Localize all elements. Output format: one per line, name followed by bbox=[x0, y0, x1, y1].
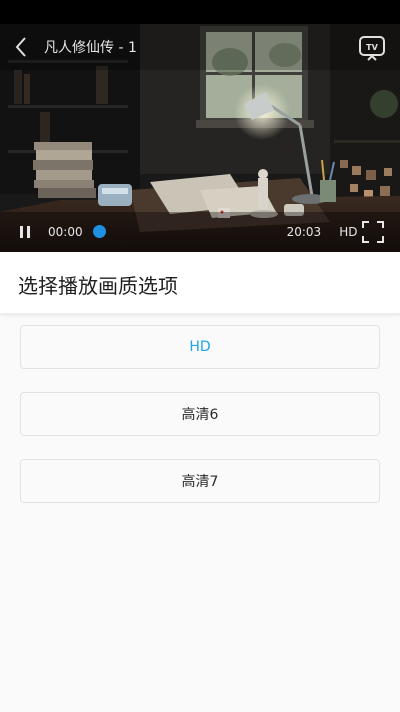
pause-icon bbox=[20, 226, 30, 238]
back-button[interactable] bbox=[0, 24, 42, 70]
status-bar bbox=[0, 0, 400, 24]
quality-option-hd7[interactable]: 高清7 bbox=[20, 459, 380, 503]
panel-title: 选择播放画质选项 bbox=[18, 274, 178, 298]
total-time: 20:03 bbox=[286, 225, 322, 239]
quality-panel-header: 选择播放画质选项 bbox=[0, 252, 400, 314]
video-title: 凡人修仙传 - 1 bbox=[44, 40, 137, 56]
tv-cast-icon: TV bbox=[359, 36, 385, 61]
quality-button[interactable]: HD bbox=[339, 225, 357, 239]
seek-line bbox=[99, 231, 263, 233]
video-player[interactable]: 凡人修仙传 - 1 TV 00:00 20:03 HD bbox=[0, 0, 400, 252]
pause-button[interactable] bbox=[6, 214, 44, 250]
quality-options-list: HD 高清6 高清7 bbox=[20, 325, 380, 526]
option-label: 高清7 bbox=[181, 474, 219, 490]
seek-thumb[interactable] bbox=[92, 225, 106, 238]
fullscreen-icon bbox=[362, 221, 384, 243]
tv-cast-button[interactable]: TV bbox=[358, 34, 386, 62]
quality-option-hd[interactable]: HD bbox=[20, 325, 380, 369]
seek-bar[interactable] bbox=[92, 222, 263, 242]
svg-text:TV: TV bbox=[366, 43, 378, 52]
option-label: HD bbox=[189, 339, 211, 355]
player-bottom-bar: 00:00 20:03 HD bbox=[0, 214, 400, 250]
current-time: 00:00 bbox=[48, 225, 83, 239]
quality-option-hd6[interactable]: 高清6 bbox=[20, 392, 380, 436]
player-top-bar: 凡人修仙传 - 1 TV bbox=[0, 24, 400, 70]
option-label: 高清6 bbox=[181, 407, 219, 423]
fullscreen-button[interactable] bbox=[362, 221, 384, 243]
back-arrow-icon bbox=[15, 37, 26, 57]
